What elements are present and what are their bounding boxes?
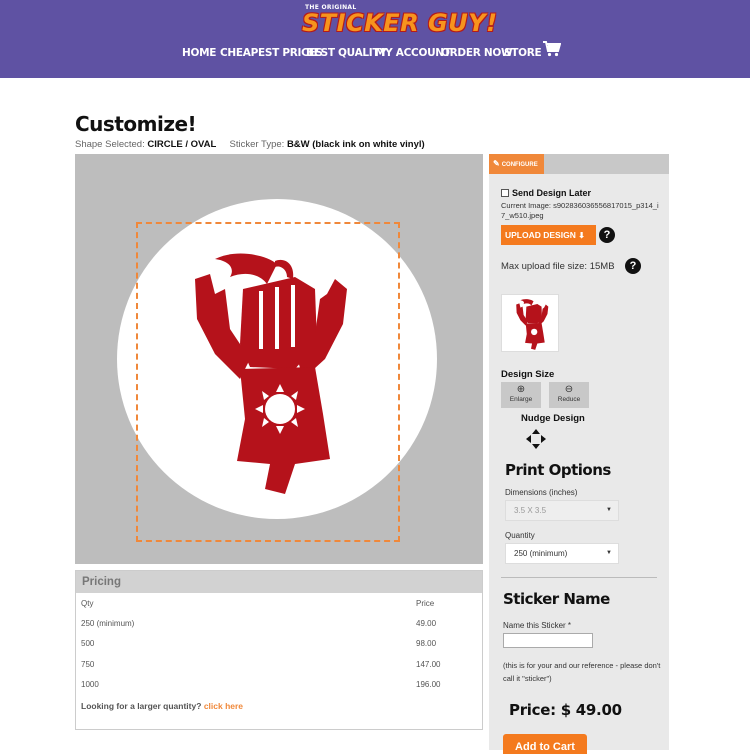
pricing-heading: Pricing [76,571,482,593]
dimensions-value: 3.5 X 3.5 [514,506,547,515]
quantity-value: 250 (minimum) [514,549,568,558]
max-upload-size: Max upload file size: 15MB [501,261,615,272]
pricing-row: 500 98.00 [81,639,476,651]
print-options-heading: Print Options [505,461,611,479]
page-title: Customize! [75,112,197,136]
nav-my-account[interactable]: MY ACCOUNT [375,47,451,59]
sticker-name-label: Name this Sticker * [503,621,572,630]
design-canvas[interactable] [75,154,483,564]
send-later-row: Send Design Later [501,188,591,198]
pricing-row: 750 147.00 [81,660,476,672]
row-qty: 250 (minimum) [81,619,135,628]
pricing-row: 1000 196.00 [81,680,476,692]
quantity-label: Quantity [505,531,535,540]
upload-icon: ⬇ [578,231,585,240]
quantity-select[interactable]: 250 (minimum) ▼ [505,543,619,564]
pricing-row: 250 (minimum) 49.00 [81,619,476,631]
zoom-in-icon: ⊕ [516,384,526,395]
nav-home[interactable]: HOME [182,47,216,59]
nudge-design-label: Nudge Design [521,413,585,424]
row-price: 147.00 [416,660,441,669]
thumbnail-artwork [516,299,549,350]
tab-configure-label: CONFIGURE [501,162,538,168]
main-nav: HOME CHEAPEST PRICES BEST QUALITY MY ACC… [0,47,750,61]
pricing-header-row: Qty Price [81,599,476,611]
row-price: 196.00 [416,680,441,689]
upload-design-button[interactable]: UPLOAD DESIGN ⬇ [501,225,596,245]
chevron-down-icon: ▼ [606,550,612,556]
pricing-table: Pricing Qty Price 250 (minimum) 49.00 50… [75,570,483,730]
col-price: Price [416,599,435,608]
type-value: B&W (black ink on white vinyl) [286,139,425,150]
divider [501,577,657,578]
larger-quantity-link[interactable]: click here [204,701,243,711]
dimensions-label: Dimensions (inches) [505,488,578,497]
col-qty: Qty [81,599,94,608]
type-label: Sticker Type: [229,139,285,150]
larger-quantity-note: Looking for a larger quantity? click her… [81,701,243,711]
max-size-help-icon[interactable]: ? [625,258,641,274]
shape-label: Shape Selected: [75,139,145,150]
enlarge-button[interactable]: ⊕ Enlarge [501,382,541,408]
send-later-label: Send Design Later [512,188,592,198]
nudge-arrows-icon[interactable] [525,428,547,450]
shape-value: CIRCLE / OVAL [147,139,217,150]
chevron-down-icon: ▼ [606,507,612,513]
sticker-name-heading: Sticker Name [503,590,610,608]
row-qty: 1000 [81,680,99,689]
row-qty: 750 [81,660,95,669]
tab-configure[interactable]: ✎ CONFIGURE [489,154,544,174]
zoom-out-icon: ⊖ [564,384,574,395]
design-size-heading: Design Size [501,369,555,380]
larger-quantity-text: Looking for a larger quantity? [81,701,202,711]
reduce-button[interactable]: ⊖ Reduce [549,382,589,408]
row-price: 98.00 [416,639,437,648]
total-price: Price: $ 49.00 [509,701,622,719]
add-to-cart-button[interactable]: Add to Cart [503,734,587,754]
print-area-guide [136,222,400,542]
sticker-name-input[interactable] [503,633,593,648]
shopping-cart-icon[interactable] [543,41,561,57]
site-header: THE ORIGINAL STICKER GUY! HOME CHEAPEST … [0,0,750,78]
selection-summary: Shape Selected: CIRCLE / OVAL Sticker Ty… [75,139,425,150]
configure-panel: ✎ CONFIGURE Send Design Later Current Ima… [489,154,669,754]
enlarge-label: Enlarge [509,396,533,403]
row-qty: 500 [81,639,95,648]
row-price: 49.00 [416,619,437,628]
send-later-checkbox[interactable] [501,189,509,197]
design-thumbnail[interactable] [501,294,559,352]
pencil-icon: ✎ [493,159,500,168]
upload-help-icon[interactable]: ? [599,227,615,243]
nav-order-now[interactable]: ORDER NOW [441,47,513,59]
sticker-name-note: (this is for your and our reference - pl… [503,661,661,683]
site-logo[interactable]: THE ORIGINAL STICKER GUY! [300,4,497,38]
current-image-filename: Current Image: s902836036556817015_p314_… [501,201,659,220]
nav-store[interactable]: STORE [504,47,542,59]
dimensions-select[interactable]: 3.5 X 3.5 ▼ [505,500,619,521]
logo-wordmark: STICKER GUY! [302,9,498,37]
upload-design-label: UPLOAD DESIGN [505,230,576,240]
reduce-label: Reduce [557,396,581,403]
